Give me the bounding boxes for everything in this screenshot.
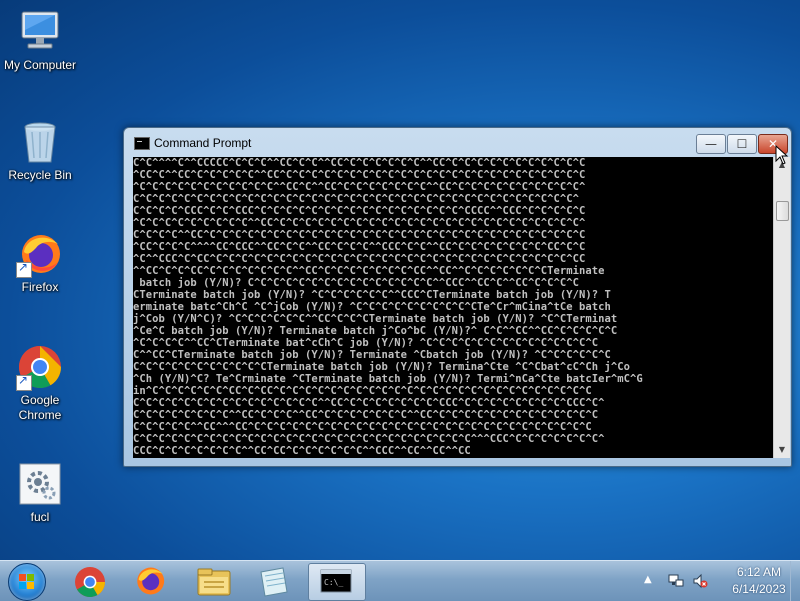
console-line: C^C^C^C^^CC^C^C^C^C^C^C^C^C^C^C^C^C^C^C^… [133,229,586,241]
console-line: j^Cob (Y/N^C)? ^C^C^C^C^C^C^^CC^C^C^CTer… [133,313,618,325]
title-bar[interactable]: Command Prompt — ☐ ✕ [124,128,791,158]
console-line: CCC^C^C^C^C^C^C^C^^CC^CC^C^C^C^C^C^C^^CC… [133,445,471,457]
console-line: in^C^C^C^C^C^C^CC^C^CC^C^C^C^C^C^C^C^C^C… [133,385,592,397]
cmd-icon [134,137,150,150]
maximize-button[interactable]: ☐ [727,134,757,154]
taskbar: C:\_ ▲ 6:12 AM 6/14/2023 [0,560,800,601]
console-line: ^Ce^C batch job (Y/N)? Terminate batch j… [133,325,618,337]
system-tray: ▲ 6:12 AM 6/14/2023 [640,561,800,601]
desktop-icon-label: My Computer [3,58,77,72]
window-title: Command Prompt [154,136,252,150]
taskbar-file-explorer[interactable] [186,563,242,599]
desktop: My Computer Recycle Bin Firefox [0,0,800,560]
console-line: ^C^C^C^C^C^C^C^C^C^^CC^C^C^C^C^C^C^C^C^C… [133,217,586,229]
console-line: ^CC^C^C^C^^^^CC^CCC^^CC^C^C^^CC^C^C^C^^C… [133,241,586,253]
computer-icon [16,8,64,56]
scrollbar-thumb[interactable] [776,201,789,221]
firefox-icon [16,230,64,278]
console-line: ^Ch (Y/N)^C? Te^Crminate ^CTerminate bat… [133,373,643,385]
vertical-scrollbar[interactable]: ▲ ▼ [773,157,790,458]
taskbar-chrome[interactable] [62,563,118,599]
taskbar-command-prompt[interactable]: C:\_ [308,563,366,601]
console-line: C^^CC^CTerminate batch job (Y/N)? Termin… [133,349,611,361]
desktop-icon-google-chrome[interactable]: Google Chrome [0,343,80,423]
console-line: C^C^C^C^CCC^C^C^CCC^C^C^C^C^C^C^C^C^C^C^… [133,205,586,217]
console-line: ^C^^CCC^C^CC^C^C^C^C^C^C^C^C^C^C^C^C^C^C… [133,253,586,265]
folder-icon [197,568,231,596]
svg-text:C:\_: C:\_ [324,578,343,587]
show-hidden-icons-arrow-icon[interactable]: ▲ [644,574,652,585]
cmd-icon: C:\_ [320,569,352,593]
recycle-bin-icon [16,118,64,166]
console-line: ^C^C^C^C^C^C^C^C^C^C^C^^CC^C^^CC^C^C^C^C… [133,181,586,193]
console-line: ^^CC^C^C^CC^C^C^C^C^C^C^C^^CC^C^C^C^C^C^… [133,265,605,277]
desktop-icon-label: Firefox [21,280,59,294]
notepad-icon [260,567,288,597]
show-desktop-button[interactable] [790,561,800,601]
desktop-icon-firefox[interactable]: Firefox [0,230,80,295]
scroll-down-arrow-icon[interactable]: ▼ [774,442,790,458]
console-line: C^C^C^C^C^^CC^^^CC^C^C^C^C^C^C^C^C^C^C^C… [133,421,592,433]
desktop-icon-label: fucl [30,510,50,524]
shortcut-arrow-icon [16,373,32,391]
command-prompt-window: Command Prompt — ☐ ✕ C^C^^^^C^^CCCCC^C^C… [123,127,792,467]
console-line: ^C^C^C^C^^CC^CTerminate bat^cCh^C job (Y… [133,337,599,349]
console-line: erminate batc^Ch^C ^C^jCob (Y/N)? ^C^C^C… [133,301,611,313]
clock-date: 6/14/2023 [732,582,786,596]
chrome-icon [75,567,105,597]
console-line: C^C^C^C^C^C^C^C^C^C^C^C^C^C^C^^CC^C^C^C^… [133,397,605,409]
minimize-button[interactable]: — [696,134,726,154]
volume-muted-icon[interactable] [692,573,708,589]
console-line: ^CC^C^^CC^C^C^C^C^C^^CC^C^C^C^C^C^C^C^C^… [133,169,586,181]
desktop-icon-label: Google Chrome [18,393,62,422]
console-line: C^C^C^C^C^C^C^C^^CC^C^C^C^^CC^C^C^C^C^C^… [133,409,599,421]
console-line: batch job (Y/N)? C^C^C^C^C^C^C^C^C^C^C^C… [133,277,580,289]
console-line: CTerminate batch job (Y/N)? ^C^C^C^C^C^C… [133,289,611,301]
start-button[interactable] [6,561,46,601]
desktop-icon-recycle-bin[interactable]: Recycle Bin [0,118,80,183]
settings-file-icon [16,460,64,508]
chrome-icon [16,343,64,391]
desktop-icon-label: Recycle Bin [8,168,72,182]
console-line: C^C^C^C^C^C^C^C^C^C^CTerminate batch job… [133,361,630,373]
network-icon[interactable] [668,573,684,589]
console-line: C^C^C^C^C^C^C^C^C^C^C^C^C^C^C^C^C^C^C^C^… [133,193,580,205]
taskbar-notepad[interactable] [246,563,302,599]
desktop-icon-fucl[interactable]: fucl [0,460,80,525]
taskbar-firefox[interactable] [122,563,178,599]
clock[interactable]: 6:12 AM 6/14/2023 [724,564,794,598]
desktop-icon-my-computer[interactable]: My Computer [0,8,80,73]
shortcut-arrow-icon [16,260,32,278]
windows-orb-icon [8,563,46,601]
console-line: C^C^C^C^C^C^C^C^C^C^C^C^C^C^C^C^C^C^C^C^… [133,433,605,445]
clock-time: 6:12 AM [736,565,782,579]
console-output[interactable]: C^C^^^^C^^CCCCC^C^C^C^^CC^C^C^^CC^C^C^C^… [133,157,773,458]
console-line: C^C^^^^C^^CCCCC^C^C^C^^CC^C^C^^CC^C^C^C^… [133,157,586,169]
firefox-icon [137,567,165,595]
